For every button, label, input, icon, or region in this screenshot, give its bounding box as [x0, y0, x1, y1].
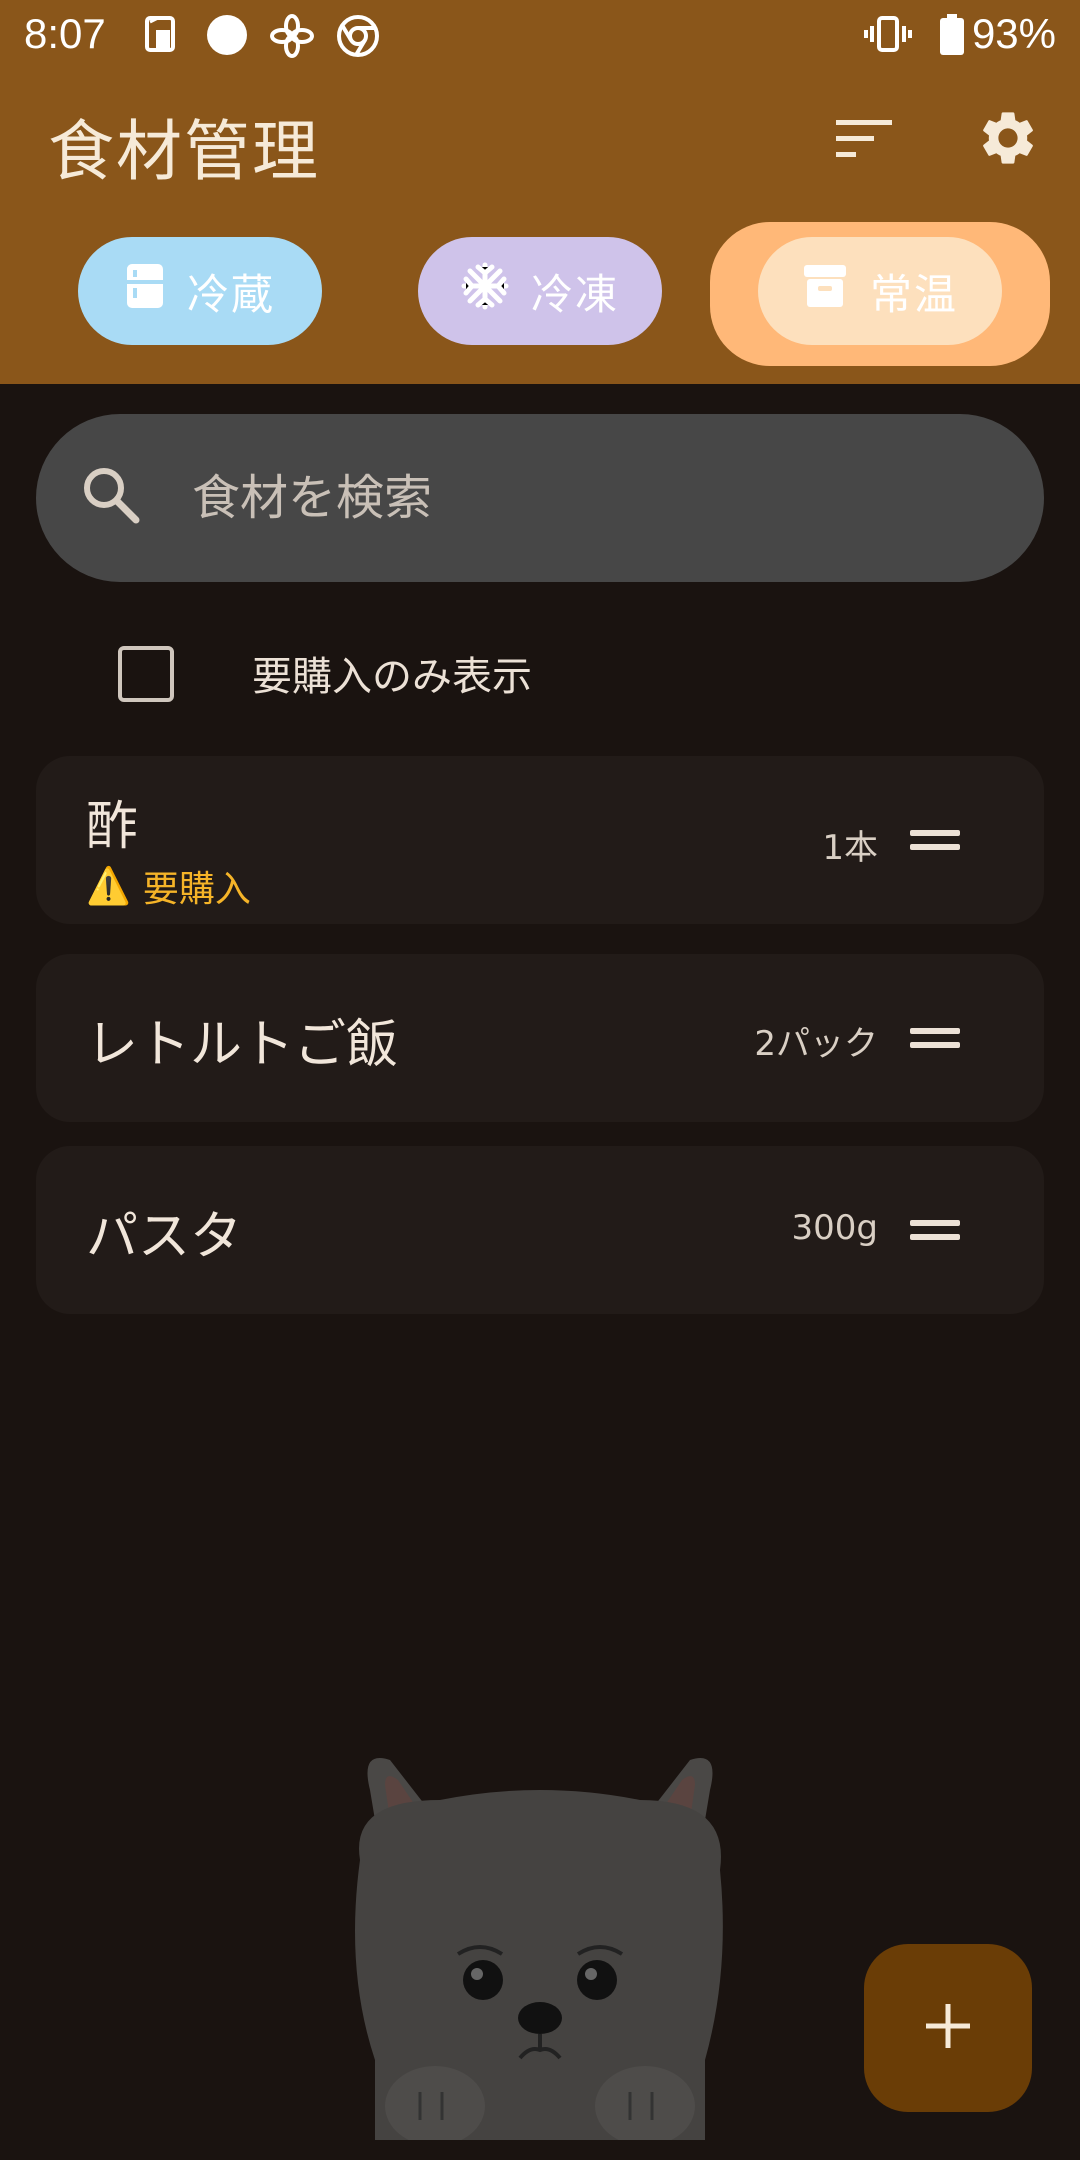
item-quantity: 300g: [791, 1208, 878, 1248]
plus-icon: [924, 2002, 972, 2054]
archive-box-icon: [802, 263, 848, 319]
chrome-icon: [336, 14, 380, 62]
sim-card-icon: [142, 14, 178, 58]
settings-button[interactable]: [968, 100, 1048, 180]
item-quantity: 2パック: [754, 1024, 878, 1064]
tab-fridge-label: 冷蔵: [186, 269, 275, 319]
vibrate-icon: [864, 14, 912, 58]
dog-mascot-image: [330, 1740, 750, 2146]
item-name: レトルトご飯: [86, 1015, 399, 1075]
tab-fridge[interactable]: 冷蔵: [78, 237, 322, 345]
tab-room-temp[interactable]: 常温: [758, 237, 1002, 345]
circle-icon: [206, 14, 248, 60]
warning-icon: ⚠️: [86, 866, 131, 907]
drag-handle-icon[interactable]: [910, 1028, 960, 1050]
gear-icon: [976, 106, 1040, 174]
item-quantity: 1本: [822, 828, 878, 868]
tab-freezer[interactable]: 冷凍: [418, 237, 662, 345]
list-item[interactable]: レトルトご飯 2パック: [36, 954, 1044, 1122]
add-item-button[interactable]: [864, 1944, 1032, 2112]
item-name: 酢: [86, 797, 139, 857]
need-to-buy-badge: ⚠️ 要購入: [86, 860, 251, 912]
page-title: 食材管理: [48, 113, 320, 190]
list-item[interactable]: 酢 ⚠️ 要購入 1本: [36, 756, 1044, 924]
search-bar[interactable]: [36, 414, 1044, 582]
status-time: 8:07: [24, 10, 106, 57]
search-icon: [80, 464, 142, 530]
app-header: 8:07 93% 食材管理 冷蔵 冷凍 常温: [0, 0, 1080, 384]
drag-handle-icon[interactable]: [910, 830, 960, 852]
battery-icon: [938, 14, 966, 60]
tab-room-temp-label: 常温: [869, 269, 958, 319]
need-to-buy-text: 要購入: [142, 869, 251, 910]
sort-icon: [834, 116, 894, 164]
battery-percentage: 93%: [971, 10, 1056, 57]
tab-freezer-label: 冷凍: [530, 269, 619, 319]
drag-handle-icon[interactable]: [910, 1220, 960, 1242]
item-name: パスタ: [86, 1207, 243, 1267]
status-bar: 8:07 93%: [0, 0, 1080, 72]
need-to-buy-filter-label: 要購入のみ表示: [252, 654, 532, 700]
sort-button[interactable]: [824, 100, 904, 180]
fridge-icon: [125, 262, 165, 320]
search-input[interactable]: [190, 454, 974, 542]
snowflake-icon: [461, 262, 509, 320]
list-item[interactable]: パスタ 300g: [36, 1146, 1044, 1314]
need-to-buy-checkbox[interactable]: [118, 646, 174, 702]
fan-icon: [270, 14, 314, 62]
